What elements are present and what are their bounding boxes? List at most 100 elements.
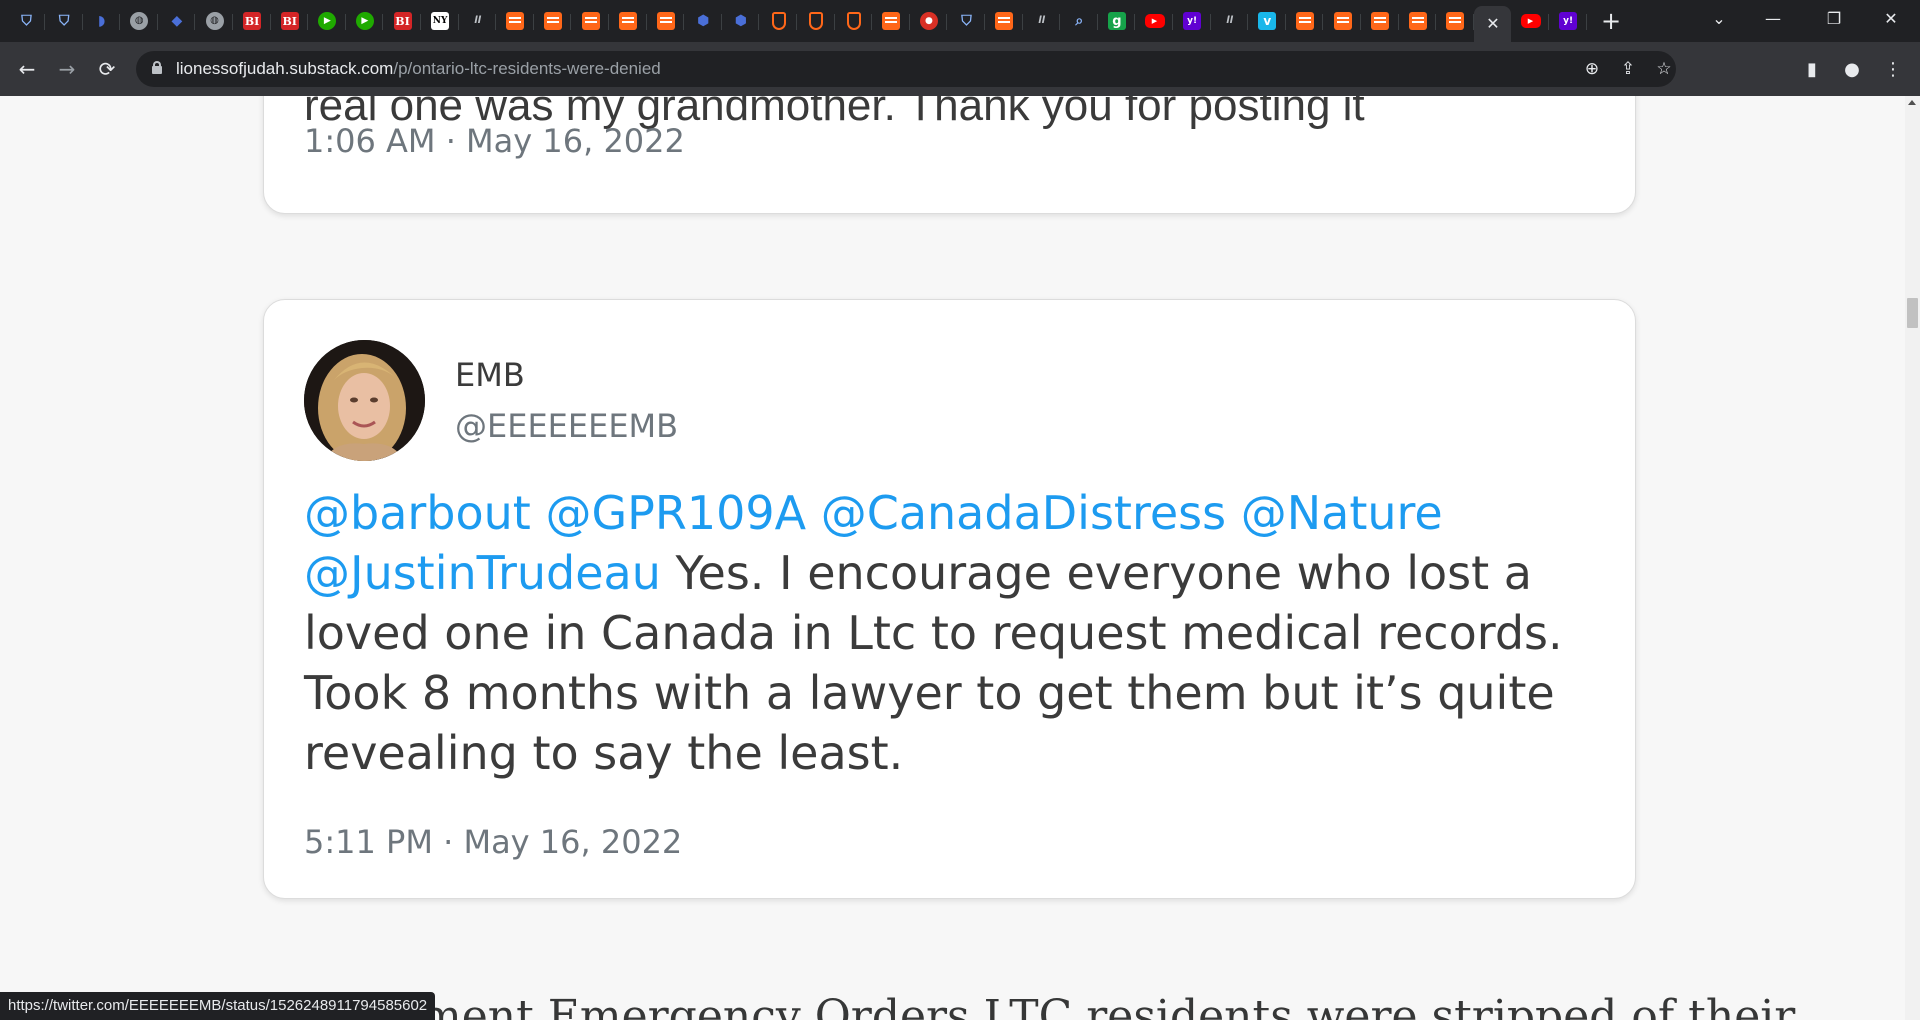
bookmark-star-icon[interactable]: ☆	[1651, 56, 1677, 82]
browser-tab[interactable]: ●	[910, 6, 948, 36]
browser-tab[interactable]: g	[1098, 6, 1136, 36]
avatar[interactable]	[304, 340, 425, 461]
browser-tab[interactable]	[572, 6, 609, 36]
browser-tab[interactable]: ll	[1023, 6, 1061, 36]
badge-icon	[846, 12, 861, 30]
business-insider-icon: BI	[243, 12, 262, 30]
tab-search-button[interactable]: ⌄	[1690, 0, 1748, 36]
menu-icon[interactable]: ⋮	[1878, 54, 1908, 84]
browser-tab[interactable]: ▶	[1512, 6, 1549, 36]
browser-tab[interactable]	[798, 6, 835, 36]
bookmark-icon: ◗	[97, 13, 106, 29]
browser-tab[interactable]: ⬢	[685, 6, 722, 36]
mention-link[interactable]: @barbout	[304, 486, 531, 540]
back-button[interactable]: ←	[12, 54, 42, 84]
tab-strip: ⛉ ⛉ ◗ ◍ ◆ ◍ BI BI ▶ ▶ BI NY ll ⬢ ⬢ ● ⛉ ll ⌕ g ▶ y! ll v ✕ ▶ y! + ⌄…	[0, 0, 1920, 42]
browser-tab[interactable]	[1324, 6, 1361, 36]
address-bar[interactable]: lionessofjudah.substack.com/p/ontario-lt…	[136, 51, 1676, 87]
substack-icon	[506, 12, 525, 30]
grad-cap-icon: ◆	[171, 13, 183, 29]
browser-tab[interactable]: v	[1249, 6, 1286, 36]
scroll-up-arrow-icon[interactable]	[1908, 100, 1916, 105]
article-paragraph: ment Emergency Orders LTC residents were…	[420, 991, 1796, 1020]
tweet-embed[interactable]: EMB @EEEEEEEMB @barbout @GPR109A @Canada…	[263, 299, 1636, 899]
url-text[interactable]: lionessofjudah.substack.com/p/ontario-lt…	[176, 59, 661, 79]
forward-button[interactable]: →	[52, 54, 82, 84]
browser-tab[interactable]: ▶	[1136, 6, 1173, 36]
play-icon: ▶	[355, 12, 374, 30]
browser-tab[interactable]: ⌕	[1061, 6, 1098, 36]
side-panel-icon[interactable]: ▮	[1797, 54, 1827, 84]
browser-tab[interactable]	[1437, 6, 1474, 36]
browser-tab[interactable]: ◗	[83, 6, 121, 36]
browser-tab[interactable]	[534, 6, 572, 36]
badge-icon	[771, 12, 786, 30]
browser-tab[interactable]: y!	[1174, 6, 1211, 36]
browser-tab[interactable]: ll	[459, 6, 497, 36]
browser-tab[interactable]	[647, 6, 685, 36]
browser-tab[interactable]: ⛉	[46, 6, 83, 36]
browser-tab[interactable]	[873, 6, 910, 36]
lock-icon[interactable]	[152, 61, 162, 74]
browser-tab[interactable]: NY	[422, 6, 459, 36]
browser-tab[interactable]	[497, 6, 534, 36]
cube-icon: ⬢	[697, 13, 710, 29]
author-name[interactable]: EMB	[455, 356, 525, 394]
browser-tab[interactable]: ◆	[158, 6, 196, 36]
reload-button[interactable]: ⟳	[92, 54, 122, 84]
browser-tab[interactable]: ◍	[196, 6, 233, 36]
browser-tab[interactable]: BI	[271, 6, 309, 36]
browser-tab[interactable]	[760, 6, 797, 36]
restore-button[interactable]: ❐	[1805, 0, 1863, 36]
browser-tab[interactable]: ◍	[121, 6, 158, 36]
browser-tab[interactable]	[610, 6, 647, 36]
substack-icon	[1371, 12, 1390, 30]
mention-link[interactable]: @GPR109A	[545, 486, 806, 540]
browser-tab[interactable]: ▶	[346, 6, 384, 36]
vertical-scrollbar[interactable]	[1905, 96, 1920, 1020]
browser-tab[interactable]: ⛉	[948, 6, 985, 36]
tweet-timestamp[interactable]: 5:11 PM · May 16, 2022	[304, 823, 682, 861]
browser-tab[interactable]: ⛉	[8, 6, 45, 36]
browser-tab[interactable]	[835, 6, 873, 36]
youtube-icon: ▶	[1520, 14, 1541, 28]
browser-tab[interactable]	[986, 6, 1023, 36]
page-content: real one was my grandmother. Thank you f…	[0, 96, 1905, 1020]
window-close-button[interactable]: ✕	[1862, 0, 1920, 36]
badge-icon	[809, 12, 824, 30]
browser-tab[interactable]	[1399, 6, 1437, 36]
ww-icon: ll	[474, 15, 482, 26]
browser-tab[interactable]: BI	[384, 6, 421, 36]
browser-tab[interactable]: ⬢	[722, 6, 760, 36]
substack-icon	[543, 12, 562, 30]
substack-icon	[581, 12, 600, 30]
globe-icon: ◍	[205, 12, 224, 30]
new-tab-button[interactable]: +	[1596, 6, 1626, 36]
browser-tab[interactable]	[1286, 6, 1324, 36]
browser-tab[interactable]	[1362, 6, 1399, 36]
profile-icon[interactable]: ●	[1837, 54, 1867, 84]
zoom-icon[interactable]: ⊕	[1579, 56, 1605, 82]
close-icon[interactable]: ✕	[1484, 15, 1502, 33]
browser-tab[interactable]: ✕	[1474, 6, 1512, 42]
mention-link[interactable]: @CanadaDistress	[821, 486, 1226, 540]
tweet-embed[interactable]: real one was my grandmother. Thank you f…	[263, 96, 1636, 214]
minimize-button[interactable]: —	[1744, 0, 1802, 36]
tweet-timestamp[interactable]: 1:06 AM · May 16, 2022	[304, 122, 685, 160]
scroll-thumb[interactable]	[1907, 298, 1918, 328]
browser-tab[interactable]: y!	[1550, 6, 1587, 36]
ww-icon: ll	[1226, 15, 1234, 26]
browser-tab[interactable]: ll	[1211, 6, 1249, 36]
cube-icon: ⬢	[734, 13, 747, 29]
browser-tab[interactable]: BI	[234, 6, 271, 36]
browser-tab[interactable]: ▶	[309, 6, 346, 36]
share-icon[interactable]: ⇪	[1615, 56, 1641, 82]
url-path: /p/ontario-ltc-residents-were-denied	[393, 59, 661, 78]
shield-icon: ⛉	[58, 13, 70, 29]
substack-icon	[1333, 12, 1352, 30]
author-handle[interactable]: @EEEEEEEMB	[455, 407, 678, 445]
mention-link[interactable]: @JustinTrudeau	[304, 546, 661, 600]
youtube-icon: ▶	[1144, 14, 1165, 28]
mention-link[interactable]: @Nature	[1241, 486, 1443, 540]
search-icon: ⌕	[1075, 13, 1084, 29]
